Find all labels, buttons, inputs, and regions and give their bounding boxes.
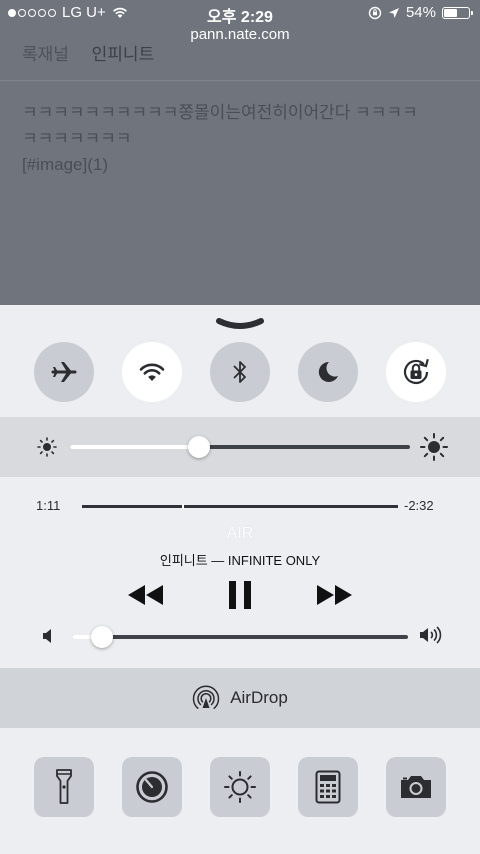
wifi-toggle[interactable] bbox=[122, 342, 182, 402]
post-body: ㅋㅋㅋㅋㅋㅋㅋㅋㅋㅋ쫑몰이는여전히이어간다 ㅋㅋㅋㅋ ㅋㅋㅋㅋㅋㅋㅋ [#ima… bbox=[22, 100, 462, 178]
brightness-fill bbox=[70, 445, 200, 449]
night-shift-button[interactable] bbox=[210, 757, 270, 817]
post-image-placeholder: [#image](1) bbox=[22, 155, 108, 174]
rotation-lock-icon bbox=[403, 358, 429, 385]
volume-row bbox=[0, 620, 480, 650]
pause-icon bbox=[229, 581, 251, 609]
quick-toggles bbox=[0, 339, 480, 409]
flashlight-button[interactable] bbox=[34, 757, 94, 817]
bluetooth-toggle[interactable] bbox=[210, 342, 270, 402]
calculator-button[interactable] bbox=[298, 757, 358, 817]
location-arrow-icon bbox=[388, 7, 399, 18]
remaining-time: -2:32 bbox=[404, 498, 434, 513]
moon-icon bbox=[318, 361, 338, 382]
transport-controls bbox=[0, 575, 480, 615]
do-not-disturb-toggle[interactable] bbox=[298, 342, 358, 402]
airdrop-label: AirDrop bbox=[230, 688, 288, 707]
playhead[interactable] bbox=[182, 504, 185, 509]
quick-tools bbox=[0, 757, 480, 821]
battery-icon bbox=[442, 6, 473, 19]
airplane-mode-toggle[interactable] bbox=[34, 342, 94, 402]
page-tab[interactable]: 록재널 bbox=[22, 45, 69, 64]
fast-forward-button[interactable] bbox=[312, 575, 356, 615]
timer-icon bbox=[136, 771, 168, 803]
rotation-lock-toggle[interactable] bbox=[386, 342, 446, 402]
orientation-lock-status-icon bbox=[368, 6, 382, 19]
timer-button[interactable] bbox=[122, 757, 182, 817]
battery-percent: 54% bbox=[405, 4, 436, 21]
brightness-slider[interactable] bbox=[70, 436, 410, 458]
volume-thumb[interactable] bbox=[91, 626, 114, 648]
divider bbox=[0, 80, 480, 81]
control-center: 1:11 -2:32 AIR 인피니트 — INFINITE ONLY AirD… bbox=[0, 305, 480, 854]
camera-button[interactable] bbox=[386, 757, 446, 817]
volume-high-icon bbox=[420, 626, 442, 644]
background-webpage: LG U+ 오후 2:29 54% pann.nate.com 록재널 인피니트 bbox=[0, 0, 480, 305]
brightness-thumb[interactable] bbox=[188, 436, 211, 458]
airdrop-icon bbox=[192, 685, 220, 709]
post-line: ㅋㅋㅋㅋㅋㅋㅋ bbox=[22, 129, 132, 148]
rewind-button[interactable] bbox=[124, 575, 168, 615]
volume-slider[interactable] bbox=[72, 626, 408, 648]
brightness-high-icon bbox=[420, 433, 448, 461]
now-playing: 1:11 -2:32 AIR 인피니트 — INFINITE ONLY bbox=[0, 485, 480, 665]
playback-scrubber[interactable] bbox=[82, 504, 398, 509]
rewind-icon bbox=[128, 585, 163, 605]
brightness-row bbox=[0, 417, 480, 477]
status-right: 54% bbox=[368, 4, 473, 21]
status-bar: LG U+ 오후 2:29 54% bbox=[0, 0, 480, 26]
bluetooth-icon bbox=[233, 361, 246, 383]
page-tabs: 록재널 인피니트 bbox=[22, 40, 172, 65]
song-artist[interactable]: 인피니트 — INFINITE ONLY bbox=[0, 550, 480, 569]
volume-low-icon bbox=[43, 629, 51, 643]
song-title[interactable]: AIR bbox=[0, 525, 480, 543]
post-line: ㅋㅋㅋㅋㅋㅋㅋㅋㅋㅋ쫑몰이는여전히이어간다 ㅋㅋㅋㅋ bbox=[22, 103, 418, 122]
elapsed-time: 1:11 bbox=[36, 498, 61, 513]
page-tab[interactable]: 인피니트 bbox=[92, 45, 155, 64]
airdrop-content: AirDrop bbox=[192, 684, 288, 712]
flashlight-icon bbox=[56, 769, 72, 804]
airplane-icon bbox=[51, 362, 77, 382]
night-shift-icon bbox=[224, 771, 256, 803]
calculator-icon bbox=[315, 770, 341, 804]
pause-button[interactable] bbox=[218, 575, 262, 615]
brightness-low-icon bbox=[37, 437, 57, 457]
wifi-icon bbox=[139, 363, 165, 381]
airdrop-button[interactable]: AirDrop bbox=[0, 668, 480, 728]
chevron-down-icon[interactable] bbox=[215, 317, 265, 331]
fast-forward-icon bbox=[317, 585, 352, 605]
camera-icon bbox=[401, 776, 431, 798]
